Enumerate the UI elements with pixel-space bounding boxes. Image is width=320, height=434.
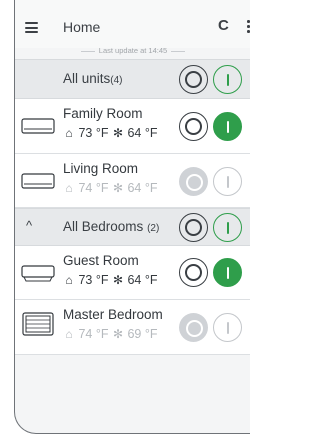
power-on-button[interactable] bbox=[213, 112, 242, 141]
group-header-all-bedrooms[interactable]: ^ All Bedrooms (2) bbox=[15, 208, 250, 246]
temperature-readout: ⌂ 74 °F ✻ 69 °F bbox=[63, 326, 157, 342]
power-on-button[interactable] bbox=[213, 258, 242, 287]
indoor-temp: 73 °F bbox=[78, 126, 109, 140]
house-thermometer-icon: ⌂ bbox=[65, 327, 73, 341]
indoor-temp: 74 °F bbox=[78, 181, 109, 195]
app-screen: Home C Last update at 14:45 All units(4)… bbox=[14, 0, 250, 434]
room-name: Guest Room bbox=[63, 253, 139, 268]
group-header-all-units[interactable]: All units(4) bbox=[15, 59, 250, 99]
power-off-button[interactable] bbox=[179, 313, 208, 342]
indoor-temp: 74 °F bbox=[78, 327, 109, 341]
unit-row-living-room[interactable]: Living Room ⌂ 74 °F ✻ 64 °F bbox=[15, 154, 250, 208]
room-name: Family Room bbox=[63, 106, 143, 121]
group-label: All Bedrooms (2) bbox=[63, 219, 160, 234]
setpoint-temp: 69 °F bbox=[127, 327, 158, 341]
unit-row-guest-room[interactable]: Guest Room ⌂ 73 °F ✻ 64 °F bbox=[15, 246, 250, 300]
floor-cassette-icon bbox=[22, 312, 54, 336]
house-thermometer-icon: ⌂ bbox=[65, 273, 73, 287]
temperature-readout: ⌂ 73 °F ✻ 64 °F bbox=[63, 125, 157, 141]
setpoint-temp: 64 °F bbox=[127, 126, 158, 140]
temperature-readout: ⌂ 73 °F ✻ 64 °F bbox=[63, 272, 157, 288]
wall-ac-unit-icon bbox=[21, 118, 55, 134]
house-thermometer-icon: ⌂ bbox=[65, 181, 73, 195]
power-off-button[interactable] bbox=[179, 112, 208, 141]
temperature-readout: ⌂ 74 °F ✻ 64 °F bbox=[63, 180, 157, 196]
last-update-text: Last update at 14:45 bbox=[15, 45, 250, 57]
unit-row-master-bedroom[interactable]: Master Bedroom ⌂ 74 °F ✻ 69 °F bbox=[15, 300, 250, 355]
snowflake-icon: ✻ bbox=[112, 126, 124, 140]
power-off-button[interactable] bbox=[179, 167, 208, 196]
room-name: Living Room bbox=[63, 161, 139, 176]
wall-ac-open-icon bbox=[21, 265, 55, 282]
power-on-button[interactable] bbox=[213, 313, 242, 342]
menu-icon[interactable] bbox=[25, 22, 38, 33]
power-off-button[interactable] bbox=[179, 258, 208, 287]
all-bedrooms-on-button[interactable] bbox=[213, 213, 242, 242]
chevron-up-icon[interactable]: ^ bbox=[26, 218, 32, 234]
house-thermometer-icon: ⌂ bbox=[65, 126, 73, 140]
power-on-button[interactable] bbox=[213, 167, 242, 196]
unit-row-family-room[interactable]: Family Room ⌂ 73 °F ✻ 64 °F bbox=[15, 99, 250, 154]
page-title: Home bbox=[63, 19, 101, 35]
indoor-temp: 73 °F bbox=[78, 273, 109, 287]
all-units-off-button[interactable] bbox=[179, 65, 208, 94]
group-label: All units(4) bbox=[63, 71, 123, 86]
snowflake-icon: ✻ bbox=[112, 181, 124, 195]
room-name: Master Bedroom bbox=[63, 307, 163, 322]
refresh-icon[interactable]: C bbox=[218, 18, 229, 34]
all-units-on-button[interactable] bbox=[213, 65, 242, 94]
wall-ac-unit-icon bbox=[21, 173, 55, 189]
setpoint-temp: 64 °F bbox=[127, 181, 158, 195]
snowflake-icon: ✻ bbox=[112, 327, 124, 341]
all-bedrooms-off-button[interactable] bbox=[179, 213, 208, 242]
more-options-icon[interactable] bbox=[246, 20, 250, 34]
setpoint-temp: 64 °F bbox=[127, 273, 158, 287]
top-app-bar: Home C bbox=[15, 0, 250, 48]
snowflake-icon: ✻ bbox=[112, 273, 124, 287]
